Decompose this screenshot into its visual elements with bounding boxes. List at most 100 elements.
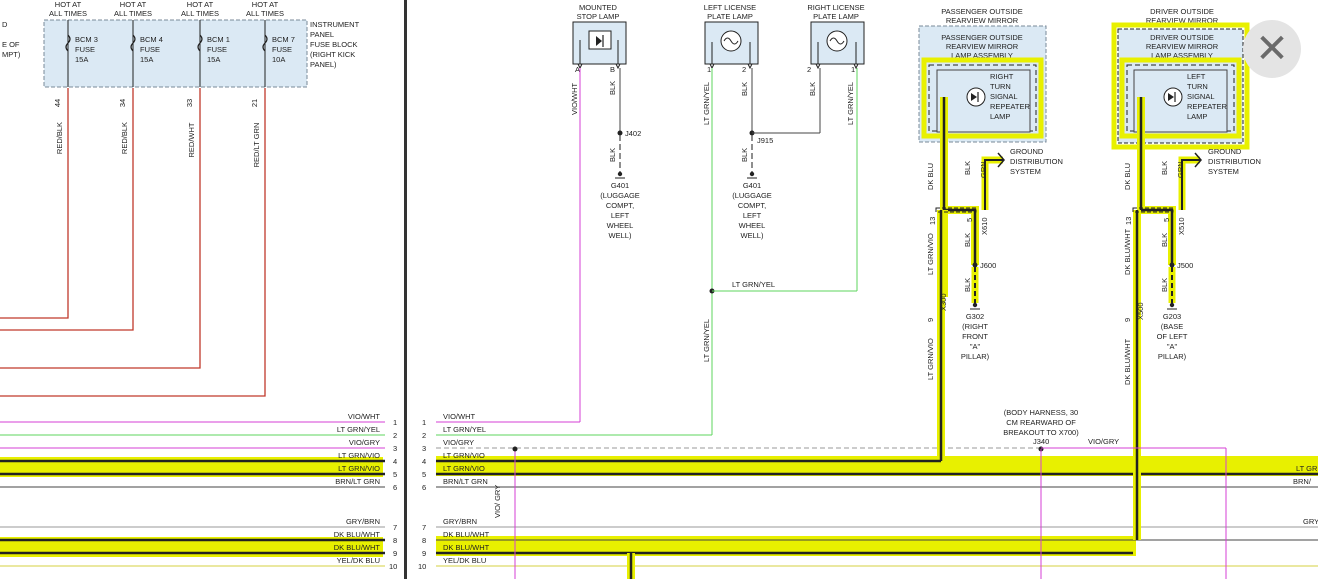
svg-text:34: 34 [118,99,127,107]
svg-text:VIO/ GRY: VIO/ GRY [493,485,502,518]
svg-text:RED/WHT: RED/WHT [187,122,196,157]
svg-text:YEL/DK BLU: YEL/DK BLU [443,556,486,565]
svg-text:ALL TIMES: ALL TIMES [49,9,87,18]
svg-text:FRONT: FRONT [962,332,988,341]
svg-text:DK BLU: DK BLU [926,163,935,190]
svg-text:LT GRN/VIO: LT GRN/VIO [926,338,935,380]
left-bus [0,421,385,567]
svg-text:4: 4 [422,457,426,466]
svg-text:BLK: BLK [740,148,749,162]
svg-text:PILLAR): PILLAR) [961,352,990,361]
left-license-plate-lamp: LEFT LICENSE PLATE LAMP 1 2 LT GRN/YEL B… [702,3,857,435]
svg-text:TURN: TURN [990,82,1011,91]
svg-text:B: B [610,65,615,74]
svg-text:VIO/GRY: VIO/GRY [1088,437,1119,446]
svg-text:STOP LAMP: STOP LAMP [577,12,620,21]
svg-text:SIGNAL: SIGNAL [1187,92,1215,101]
svg-text:G401: G401 [743,181,761,190]
svg-text:DK BLU/WHT: DK BLU/WHT [443,530,490,539]
svg-text:9: 9 [1123,318,1132,322]
svg-text:33: 33 [185,99,194,107]
hot-label-1: HOT AT ALL TIMES [49,0,87,18]
svg-text:6: 6 [393,483,397,492]
svg-text:10: 10 [389,562,397,571]
svg-text:WHEEL: WHEEL [607,221,634,230]
svg-text:LEFT LICENSE: LEFT LICENSE [704,3,756,12]
svg-text:REPEATER: REPEATER [990,102,1030,111]
svg-text:D: D [2,20,8,29]
svg-text:BLK: BLK [608,148,617,162]
svg-text:LT GRN/YEL: LT GRN/YEL [732,280,775,289]
svg-text:2: 2 [807,65,811,74]
svg-text:9: 9 [926,318,935,322]
svg-text:2: 2 [742,65,746,74]
svg-text:LT GRN/YEL: LT GRN/YEL [337,425,380,434]
svg-text:44: 44 [53,99,62,107]
svg-text:DK BLU/WHT: DK BLU/WHT [334,543,381,552]
svg-text:(RIGHT: (RIGHT [962,322,988,331]
svg-text:HOT AT: HOT AT [55,0,82,9]
svg-text:BRN/LT GRN: BRN/LT GRN [335,477,380,486]
svg-text:PLATE LAMP: PLATE LAMP [813,12,859,21]
svg-text:10: 10 [418,562,426,571]
svg-text:5: 5 [965,218,974,222]
svg-text:DK BLU/WHT: DK BLU/WHT [443,543,490,552]
svg-text:BLK: BLK [608,81,617,95]
svg-text:BRN/LT GRN: BRN/LT GRN [443,477,488,486]
svg-text:LT GRN/YEL: LT GRN/YEL [702,82,711,125]
svg-text:VIO/WHT: VIO/WHT [570,83,579,115]
svg-text:MPT): MPT) [2,50,21,59]
svg-text:GRY: GRY [1303,517,1318,526]
right-license-plate-lamp: RIGHT LICENSE PLATE LAMP 2 1 BLK LT GRN/… [807,3,865,291]
svg-text:WELL): WELL) [741,231,764,240]
svg-text:GRY/BRN: GRY/BRN [443,517,477,526]
svg-text:DRIVER OUTSIDE: DRIVER OUTSIDE [1150,7,1214,16]
svg-text:FUSE BLOCK: FUSE BLOCK [310,40,358,49]
svg-text:LEFT: LEFT [743,211,762,220]
close-button[interactable]: ✕ [1243,20,1301,78]
svg-text:5: 5 [393,470,397,479]
svg-text:J600: J600 [980,261,996,270]
svg-text:7: 7 [422,523,426,532]
svg-text:5: 5 [1162,218,1171,222]
svg-text:1: 1 [393,418,397,427]
svg-text:RIGHT LICENSE: RIGHT LICENSE [807,3,864,12]
svg-text:ALL TIMES: ALL TIMES [114,9,152,18]
svg-text:8: 8 [393,536,397,545]
svg-text:BLK: BLK [1160,233,1169,247]
svg-text:5: 5 [422,470,426,479]
svg-text:SYSTEM: SYSTEM [1208,167,1239,176]
svg-text:HOT AT: HOT AT [120,0,147,9]
close-icon: ✕ [1255,27,1289,71]
svg-text:REPEATER: REPEATER [1187,102,1227,111]
svg-text:J915: J915 [757,136,773,145]
svg-text:X610: X610 [980,217,989,235]
hot-label-4: HOT AT ALL TIMES [246,0,284,18]
svg-text:WHEEL: WHEEL [739,221,766,230]
svg-text:FUSE: FUSE [140,45,160,54]
svg-text:GROUND: GROUND [1010,147,1044,156]
svg-text:LAMP: LAMP [1187,112,1207,121]
svg-text:21: 21 [250,99,259,107]
svg-text:X300: X300 [939,293,948,311]
svg-text:DK BLU/WHT: DK BLU/WHT [334,530,381,539]
svg-text:BLK: BLK [1160,278,1169,292]
svg-text:G302: G302 [966,312,984,321]
svg-text:RED/LT GRN: RED/LT GRN [252,123,261,168]
svg-text:BCM 3: BCM 3 [75,35,98,44]
svg-text:6: 6 [422,483,426,492]
svg-text:CM REARWARD OF: CM REARWARD OF [1006,418,1076,427]
svg-text:PANEL: PANEL [310,30,334,39]
svg-text:REARVIEW MIRROR: REARVIEW MIRROR [946,42,1019,51]
svg-text:A: A [575,65,580,74]
svg-text:BLK: BLK [1160,161,1169,175]
svg-text:LT GRN/VIO: LT GRN/VIO [443,464,485,473]
svg-text:VIO/GRY: VIO/GRY [443,438,474,447]
svg-text:GROUND: GROUND [1208,147,1242,156]
svg-text:(BODY HARNESS, 30: (BODY HARNESS, 30 [1004,408,1078,417]
svg-text:13: 13 [1124,217,1133,225]
svg-text:TURN: TURN [1187,82,1208,91]
svg-text:2: 2 [393,431,397,440]
svg-text:(RIGHT KICK: (RIGHT KICK [310,50,355,59]
svg-text:15A: 15A [207,55,220,64]
